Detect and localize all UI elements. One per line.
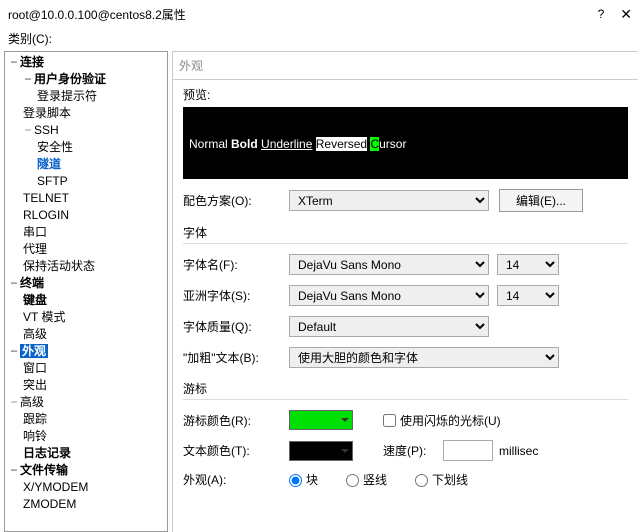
help-icon[interactable]: ? (598, 7, 605, 21)
tree-trace[interactable]: 跟踪 (23, 412, 47, 426)
scheme-select[interactable]: XTerm (289, 190, 489, 211)
tree-bell[interactable]: 响铃 (23, 429, 47, 443)
cursor-section: 游标 (183, 380, 628, 397)
tree-keyboard[interactable]: 键盘 (23, 293, 47, 307)
tree-login-script[interactable]: 登录脚本 (23, 106, 71, 120)
title-bar: root@10.0.0.100@centos8.2属性 ? ✕ (0, 0, 640, 28)
tree-highlight[interactable]: 突出 (23, 378, 47, 392)
preview-label: 预览: (183, 86, 628, 103)
font-quality-label: 字体质量(Q): (183, 318, 289, 335)
radio-vline[interactable] (346, 474, 359, 487)
font-name-select[interactable]: DejaVu Sans Mono (289, 254, 489, 275)
tree-vtmode[interactable]: VT 模式 (23, 310, 65, 324)
speed-input[interactable] (443, 440, 493, 461)
tree-xymodem[interactable]: X/YMODEM (23, 480, 88, 494)
edit-button[interactable]: 编辑(E)... (499, 189, 583, 212)
bold-text-label: "加粗"文本(B): (183, 349, 289, 366)
tree-file-transfer[interactable]: −文件传输 (9, 463, 68, 477)
tree-keepalive[interactable]: 保持活动状态 (23, 259, 95, 273)
scheme-label: 配色方案(O): (183, 192, 289, 209)
millisec-label: millisec (499, 444, 538, 458)
terminal-preview: Normal Bold Underline Reversed Cursor re… (183, 107, 628, 179)
speed-label: 速度(P): (383, 442, 443, 459)
radio-block[interactable] (289, 474, 302, 487)
tree-serial[interactable]: 串口 (23, 225, 47, 239)
category-label: 类别(C): (0, 28, 640, 51)
text-color-well[interactable] (289, 441, 353, 461)
font-size-select[interactable]: 14 (497, 254, 559, 275)
tree-advanced-1[interactable]: 高级 (23, 327, 47, 341)
bold-text-select[interactable]: 使用大胆的颜色和字体 (289, 347, 559, 368)
tree-security[interactable]: 安全性 (37, 140, 73, 154)
category-tree[interactable]: −连接 −用户身份验证 登录提示符 登录脚本 −SSH 安全性 隧道 SFTP … (4, 51, 168, 532)
radio-uline[interactable] (415, 474, 428, 487)
cursor-color-label: 游标颜色(R): (183, 412, 289, 429)
blink-label: 使用闪烁的光标(U) (400, 412, 501, 429)
tree-telnet[interactable]: TELNET (23, 191, 69, 205)
tab-bar: 外观 (173, 52, 638, 80)
font-quality-select[interactable]: Default (289, 316, 489, 337)
tree-ssh[interactable]: −SSH (23, 123, 59, 137)
tree-sftp[interactable]: SFTP (37, 174, 68, 188)
cursor-color-well[interactable] (289, 410, 353, 430)
asian-font-select[interactable]: DejaVu Sans Mono (289, 285, 489, 306)
asian-font-label: 亚洲字体(S): (183, 287, 289, 304)
text-color-label: 文本颜色(T): (183, 442, 289, 459)
content-panel: 外观 预览: Normal Bold Underline Reversed Cu… (172, 51, 638, 532)
tree-terminal[interactable]: −终端 (9, 276, 44, 290)
window-title: root@10.0.0.100@centos8.2属性 (8, 6, 598, 23)
tree-auth[interactable]: −用户身份验证 (23, 72, 106, 86)
tree-connection[interactable]: −连接 (9, 55, 44, 69)
close-icon[interactable]: ✕ (620, 6, 632, 23)
tree-window[interactable]: 窗口 (23, 361, 47, 375)
font-section: 字体 (183, 224, 628, 241)
asian-size-select[interactable]: 14 (497, 285, 559, 306)
appearance-a-label: 外观(A): (183, 471, 289, 488)
tree-rlogin[interactable]: RLOGIN (23, 208, 69, 222)
font-name-label: 字体名(F): (183, 256, 289, 273)
tree-login-prompt[interactable]: 登录提示符 (37, 89, 97, 103)
tab-appearance[interactable]: 外观 (179, 57, 203, 74)
blink-checkbox[interactable] (383, 414, 396, 427)
tree-advanced-2[interactable]: −高级 (9, 395, 44, 409)
tree-zmodem[interactable]: ZMODEM (23, 497, 76, 511)
tree-proxy[interactable]: 代理 (23, 242, 47, 256)
tree-logging[interactable]: 日志记录 (23, 446, 71, 460)
tree-appearance[interactable]: −外观 (9, 344, 48, 358)
tree-tunnel[interactable]: 隧道 (37, 157, 61, 171)
